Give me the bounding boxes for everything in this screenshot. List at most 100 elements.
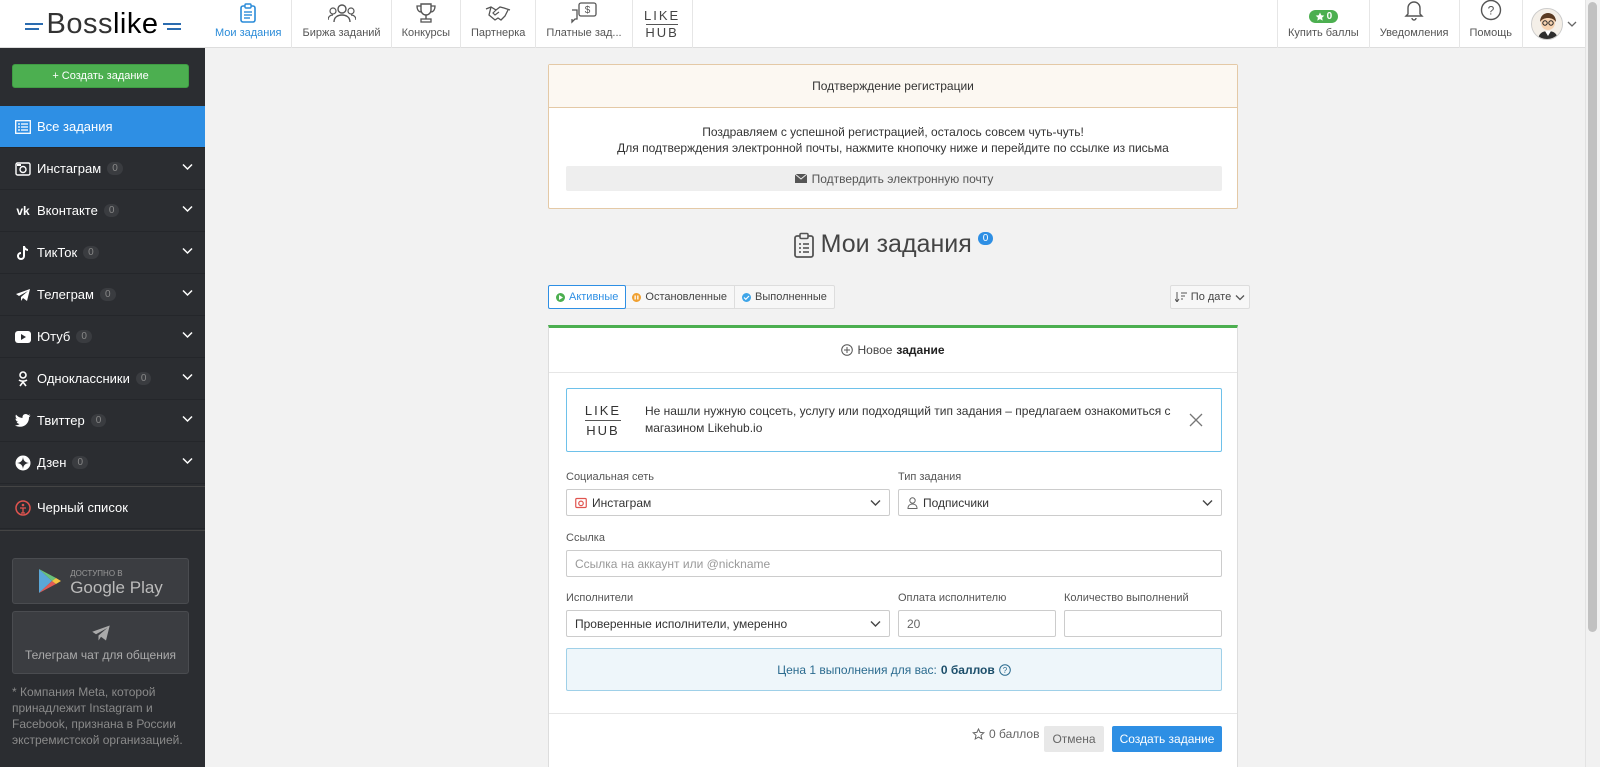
avatar <box>1531 8 1563 40</box>
google-play-button[interactable]: ДОСТУПНО В Google Play <box>12 558 189 604</box>
buy-points-button[interactable]: 0 Купить баллы <box>1276 0 1369 48</box>
filter-active[interactable]: Активные <box>548 285 627 309</box>
link-label: Ссылка <box>566 532 605 544</box>
task-type-select[interactable]: Подписчики <box>898 489 1222 516</box>
performers-select[interactable]: Проверенные исполнители, умеренно <box>566 610 890 637</box>
sidebar-item-all-tasks[interactable]: Все задания <box>0 106 205 148</box>
instagram-icon <box>14 160 32 178</box>
performers-label: Исполнители <box>566 592 634 604</box>
sidebar-item-blacklist[interactable]: Черный список <box>0 487 205 529</box>
price-info: Цена 1 выполнения для вас: 0 баллов ? <box>566 648 1222 691</box>
filter-stopped[interactable]: Остановленные <box>625 286 735 308</box>
sort-dropdown[interactable]: По дате <box>1170 285 1250 309</box>
footer-points: 0 баллов <box>972 727 1039 741</box>
chevron-down-icon <box>1567 21 1577 27</box>
chevron-down-icon <box>182 247 193 255</box>
sidebar-divider <box>0 530 205 531</box>
sidebar-item-count: 0 <box>103 204 120 217</box>
pause-icon <box>632 292 642 302</box>
google-play-icon <box>39 569 62 593</box>
question-icon: ? <box>1480 0 1502 24</box>
telegram-chat-button[interactable]: Телеграм чат для общения <box>12 611 189 674</box>
create-task-button[interactable]: + Создать задание <box>12 64 189 88</box>
chevron-down-icon <box>182 415 193 423</box>
help-button[interactable]: ? Помощь <box>1458 0 1523 48</box>
sidebar-item-instagram[interactable]: Инстаграм 0 <box>0 148 205 190</box>
sidebar-item-count: 0 <box>72 456 89 469</box>
sidebar-item-label: Дзен <box>37 455 67 470</box>
filter-done-label: Выполненные <box>755 291 827 303</box>
sidebar-item-tiktok[interactable]: ТикТок 0 <box>0 232 205 274</box>
user-menu[interactable] <box>1522 0 1585 48</box>
nav-my-tasks[interactable]: Мои задания <box>205 0 293 48</box>
filter-stopped-label: Остановленные <box>645 291 727 303</box>
notifications-button[interactable]: Уведомления <box>1368 0 1459 48</box>
nav-paid-tasks-label: Платные зад... <box>546 27 622 39</box>
likehub-logo[interactable]: LIKE HUB <box>579 400 627 440</box>
google-play-text: ДОСТУПНО В Google Play <box>70 567 163 596</box>
blacklist-icon <box>14 499 32 517</box>
chevron-down-icon <box>182 457 193 465</box>
likehub-logo-bottom: HUB <box>645 24 679 40</box>
notifications-label: Уведомления <box>1379 27 1449 39</box>
sidebar-item-label: Телеграм <box>37 287 94 302</box>
nav-partner[interactable]: Партнерка <box>461 0 537 48</box>
buy-points-label: Купить баллы <box>1287 27 1359 39</box>
chevron-down-icon <box>870 500 881 506</box>
title-count-badge: 0 <box>977 232 994 245</box>
telegram-chat-label: Телеграм чат для общения <box>24 647 177 662</box>
instagram-icon <box>575 497 587 508</box>
task-type-value: Подписчики <box>923 495 990 510</box>
nav-paid-tasks[interactable]: $ Платные зад... <box>536 0 633 48</box>
twitter-icon <box>14 412 32 430</box>
cancel-button[interactable]: Отмена <box>1044 726 1104 752</box>
top-header: Bosslike Мои задания Биржа заданий Конку… <box>0 0 1585 48</box>
link-input[interactable]: Ссылка на аккаунт или @nickname <box>566 550 1222 577</box>
user-icon <box>907 496 918 509</box>
footer-points-value: 0 баллов <box>989 727 1040 741</box>
new-task-header: Новое задание <box>549 328 1237 373</box>
close-icon[interactable] <box>1189 413 1203 427</box>
social-network-select[interactable]: Инстаграм <box>566 489 890 516</box>
chevron-down-icon <box>182 331 193 339</box>
logo-dash-right <box>162 23 181 30</box>
filter-done[interactable]: Выполненные <box>735 286 834 308</box>
likehub-logo-bottom: HUB <box>586 422 620 438</box>
nav-contests-label: Конкурсы <box>401 27 450 39</box>
quantity-input[interactable] <box>1064 610 1222 637</box>
scrollbar[interactable] <box>1585 0 1600 767</box>
sidebar-item-label: Инстаграм <box>37 161 102 176</box>
nav-likehub[interactable]: LIKE HUB <box>633 0 693 48</box>
scrollbar-thumb[interactable] <box>1588 2 1597 632</box>
youtube-icon <box>14 328 32 346</box>
confirm-email-button[interactable]: Подтвердить электронную почту <box>566 166 1222 191</box>
chevron-down-icon <box>182 163 193 171</box>
bosslike-logo[interactable]: Bosslike <box>0 0 205 48</box>
trophy-icon <box>415 2 437 24</box>
pay-input[interactable]: 20 <box>898 610 1056 637</box>
sidebar-item-twitter[interactable]: Твиттер 0 <box>0 400 205 442</box>
likehub-banner-text: Не нашли нужную соцсеть, услугу или подх… <box>645 404 1171 435</box>
sidebar-item-vkontakte[interactable]: vk Вконтакте 0 <box>0 190 205 232</box>
main-nav: Мои задания Биржа заданий Конкурсы Партн… <box>205 0 693 48</box>
sidebar-item-count: 0 <box>107 162 123 175</box>
task-footer: 0 баллов Отмена Создать задание <box>549 713 1237 767</box>
sidebar-item-count: 0 <box>76 330 92 343</box>
star-icon <box>1315 12 1324 21</box>
star-icon <box>972 727 985 740</box>
sidebar-item-youtube[interactable]: Ютуб 0 <box>0 316 205 358</box>
logo-text: Bosslike <box>47 8 159 41</box>
nav-task-exchange-label: Биржа заданий <box>302 27 381 39</box>
sort-label: По дате <box>1190 291 1232 303</box>
question-icon[interactable]: ? <box>998 663 1011 676</box>
telegram-icon <box>14 286 32 304</box>
price-text: Цена 1 выполнения для вас: <box>777 662 937 677</box>
nav-task-exchange[interactable]: Биржа заданий <box>292 0 392 48</box>
sidebar-item-telegram[interactable]: Телеграм 0 <box>0 274 205 316</box>
points-badge: 0 <box>1308 10 1339 23</box>
sidebar-item-odnoklassniki[interactable]: Одноклассники 0 <box>0 358 205 400</box>
likehub-logo: LIKE HUB <box>644 8 680 40</box>
nav-contests[interactable]: Конкурсы <box>392 0 461 48</box>
sidebar-item-dzen[interactable]: Дзен 0 <box>0 442 205 484</box>
create-task-submit-button[interactable]: Создать задание <box>1112 726 1222 752</box>
